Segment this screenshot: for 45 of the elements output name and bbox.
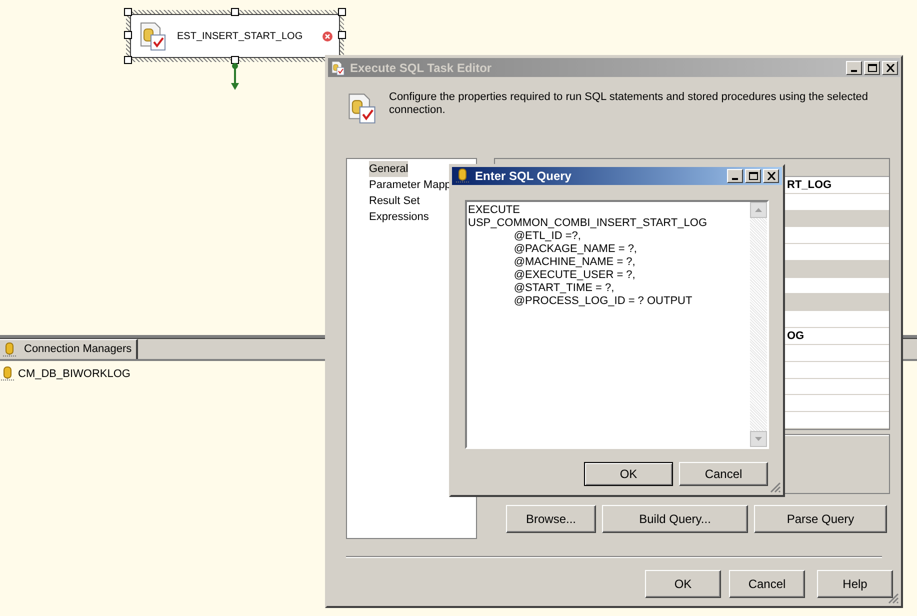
- precedence-arrow[interactable]: [230, 62, 240, 92]
- database-icon: [2, 342, 18, 358]
- dialog-button[interactable]: Build Query...: [602, 505, 748, 533]
- database-icon: [455, 168, 471, 184]
- property-value: RT_LOG: [787, 178, 832, 193]
- minimize-icon: [732, 178, 738, 180]
- close-button[interactable]: [882, 60, 898, 74]
- selection-handle[interactable]: [124, 8, 132, 16]
- selection-handle[interactable]: [124, 31, 132, 39]
- task-icon: [330, 60, 346, 76]
- resize-grip-icon: [887, 592, 899, 604]
- close-icon: [766, 172, 776, 180]
- selection-handle[interactable]: [338, 8, 346, 16]
- maximize-icon: [748, 172, 758, 180]
- minimize-button[interactable]: [727, 169, 743, 183]
- selection-handle[interactable]: [231, 56, 239, 64]
- maximize-icon: [868, 64, 876, 72]
- connection-managers-tab[interactable]: Connection Managers: [0, 339, 138, 359]
- dialog-button[interactable]: Cancel: [679, 462, 768, 486]
- task-box[interactable]: EST_INSERT_START_LOG: [126, 10, 344, 62]
- dialog-button[interactable]: Browse...: [506, 505, 596, 533]
- editor-title: Execute SQL Task Editor: [350, 60, 493, 76]
- dialog-button[interactable]: Parse Query: [754, 505, 887, 533]
- dialog-button[interactable]: Help: [817, 570, 893, 598]
- selection-handle[interactable]: [124, 56, 132, 64]
- navigation-item[interactable]: General: [369, 161, 408, 177]
- property-value: OG: [787, 328, 804, 344]
- minimize-button[interactable]: [846, 60, 862, 74]
- selection-handle[interactable]: [231, 8, 239, 16]
- navigation-item[interactable]: Expressions: [369, 209, 429, 225]
- close-button[interactable]: [763, 169, 779, 183]
- maximize-button[interactable]: [745, 169, 761, 183]
- maximize-button[interactable]: [864, 60, 880, 74]
- dialog-button[interactable]: Cancel: [729, 570, 805, 598]
- dialog-button[interactable]: OK: [645, 570, 721, 598]
- task-name: EST_INSERT_START_LOG: [177, 30, 304, 44]
- query-title: Enter SQL Query: [475, 168, 572, 185]
- minimize-icon: [851, 70, 857, 72]
- database-icon: [0, 366, 16, 382]
- selection-handle[interactable]: [338, 31, 346, 39]
- navigation-item[interactable]: Result Set: [369, 193, 420, 209]
- editor-description: Configure the properties required to run SQL statements and stored procedures using the selected connection.: [389, 91, 869, 117]
- resize-grip-icon: [769, 481, 781, 493]
- close-icon: [886, 64, 894, 72]
- dialog-button[interactable]: OK: [584, 462, 673, 486]
